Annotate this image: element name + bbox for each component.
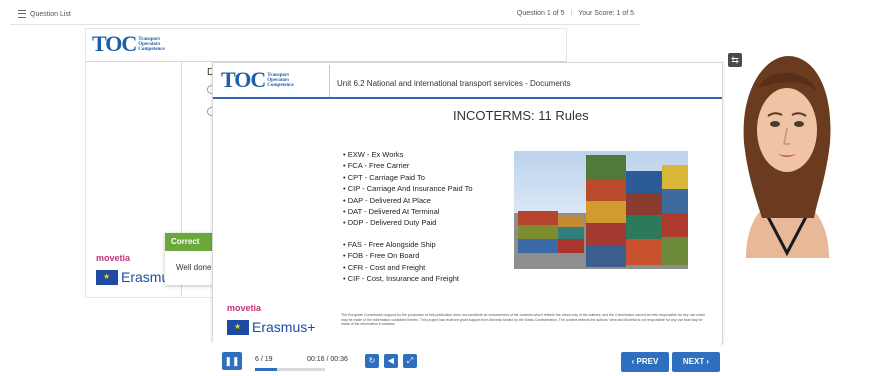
rules-list-2: • FAS - Free Alongside Ship • FOB - Free… <box>343 239 459 285</box>
eu-flag-icon <box>227 319 249 335</box>
fullscreen-button[interactable]: ⤢ <box>403 354 417 368</box>
eu-flag-icon <box>96 269 118 285</box>
pause-button[interactable]: ❚❚ <box>222 352 242 370</box>
feedback-message: Well done <box>176 263 212 272</box>
rules-list-1: • EXW - Ex Works • FCA - Free Carrier • … <box>343 149 473 229</box>
presenter-portrait <box>743 56 831 258</box>
rule-item: • FAS - Free Alongside Ship <box>343 240 436 249</box>
rule-item: • EXW - Ex Works <box>343 150 404 159</box>
toc-logo-sub: Competence <box>267 82 294 88</box>
erasmus-logo: Erasmus+ <box>227 319 315 335</box>
replay-button[interactable]: ↻ <box>365 354 379 368</box>
disclaimer-text: The European Commission support for the … <box>341 313 706 326</box>
toc-logo-sub: Competence <box>138 46 165 52</box>
header-line <box>213 97 722 99</box>
rule-item: • CFR - Cost and Freight <box>343 262 426 272</box>
slide-counter: 6 / 19 <box>255 356 273 363</box>
score-text: Your Score: 1 of 5 <box>578 10 634 17</box>
rule-item: • FOB - Free On Board <box>343 251 420 261</box>
progress-bar[interactable] <box>255 368 325 371</box>
question-list-label: Question List <box>30 10 71 18</box>
slide-title: INCOTERMS: 11 Rules <box>453 108 589 123</box>
erasmus-text: Erasmus+ <box>252 319 316 335</box>
time-display: 00:16 / 00:36 <box>307 356 348 363</box>
status-separator: | <box>570 10 573 17</box>
progress-fill <box>255 368 278 371</box>
header-divider <box>329 65 330 99</box>
expand-button[interactable]: ⇆ <box>728 53 742 67</box>
unit-title: Unit 6.2 National and international tran… <box>337 79 571 88</box>
rule-item: • CPT - Carriage Paid To <box>343 172 425 182</box>
question-list-button[interactable]: Question List <box>18 10 71 18</box>
rule-item: • DDP - Delivered Duty Paid <box>343 218 437 228</box>
rule-item: • DAP - Delivered At Place <box>343 195 431 205</box>
quiz-topbar: Question List Question 1 of 5 | Your Sco… <box>10 4 640 25</box>
next-button[interactable]: NEXT › <box>672 352 720 372</box>
movetia-logo: movetia <box>96 253 131 263</box>
rule-item: • CIF - Cost, Insurance and Freight <box>343 274 460 284</box>
content-slide: TOC Transport Operators Competence Unit … <box>212 62 723 344</box>
replay-icon: ↻ <box>368 356 376 365</box>
volume-button[interactable]: ◀ <box>384 354 398 368</box>
quiz-status: Question 1 of 5 | Your Score: 1 of 5 <box>517 10 634 17</box>
question-counter: Question 1 of 5 <box>516 10 565 17</box>
pause-icon: ❚❚ <box>224 356 240 366</box>
rule-item: • CIP - Carriage And Insurance Paid To <box>343 184 473 194</box>
volume-icon: ◀ <box>387 356 395 365</box>
fullscreen-icon: ⤢ <box>406 356 414 365</box>
player-bar: ❚❚ 6 / 19 00:16 / 00:36 ↻ ◀ ⤢ ‹ PREV NEX… <box>212 342 721 376</box>
list-icon <box>18 10 26 18</box>
toc-logo-text: TOC <box>221 67 266 92</box>
expand-icon: ⇆ <box>731 55 739 65</box>
rule-item: • FCA - Free Carrier <box>343 161 410 171</box>
prev-button[interactable]: ‹ PREV <box>621 352 669 372</box>
presenter-avatar <box>726 48 849 258</box>
rule-item: • DAT - Delivered At Terminal <box>343 207 440 217</box>
toc-logo-text: TOC <box>92 31 137 56</box>
containers-image <box>514 151 688 269</box>
toc-logo: TOC Transport Operators Competence <box>92 33 165 55</box>
movetia-logo: movetia <box>227 303 262 313</box>
toc-logo: TOC Transport Operators Competence <box>221 69 294 91</box>
